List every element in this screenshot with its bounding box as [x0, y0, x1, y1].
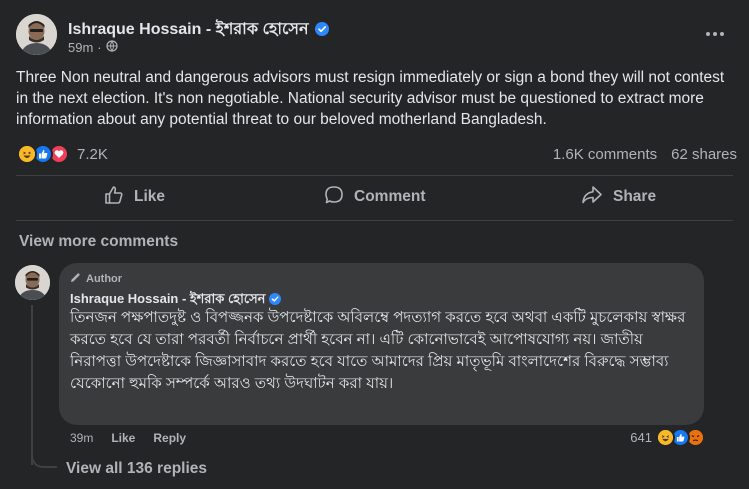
like-button[interactable]: Like: [104, 184, 165, 210]
post-author-name[interactable]: Ishraque Hossain - ইশরাক হোসেন: [68, 16, 329, 43]
author-badge-label: Author: [86, 273, 123, 285]
haha-reaction-icon: [17, 144, 37, 164]
more-options-icon[interactable]: [703, 22, 727, 46]
post-text: Three Non neutral and dangerous advisors…: [16, 69, 725, 128]
thread-connector: [31, 448, 57, 468]
like-icon: [104, 185, 124, 210]
author-avatar[interactable]: [16, 14, 57, 55]
share-button[interactable]: Share: [581, 184, 656, 210]
divider: [16, 220, 733, 221]
comment-author-text[interactable]: Ishraque Hossain - ইশরাক হোসেন: [70, 291, 265, 306]
post-time[interactable]: 59m: [68, 40, 93, 55]
comment-reaction-summary[interactable]: 641: [630, 428, 705, 447]
comment-text: তিনজন পক্ষপাতদুষ্ট ও বিপজ্জনক উপদেষ্টাকে…: [70, 309, 686, 392]
reaction-count[interactable]: 7.2K: [77, 146, 108, 163]
comment-icon: [324, 185, 344, 210]
verified-badge-icon: [269, 293, 282, 308]
reaction-summary[interactable]: 7.2K: [17, 144, 108, 164]
post-stats: 1.6K comments 62 shares: [553, 146, 737, 163]
like-label: Like: [134, 188, 166, 205]
author-badge: Author: [70, 272, 122, 286]
separator: ·: [97, 40, 102, 55]
comment-actions: 39m Like Reply: [70, 431, 186, 445]
shares-count[interactable]: 62 shares: [671, 146, 737, 163]
comments-count[interactable]: 1.6K comments: [553, 146, 657, 163]
comment-reply-button[interactable]: Reply: [153, 431, 186, 445]
haha-reaction-icon: [656, 428, 675, 447]
verified-badge-icon: [314, 22, 329, 41]
commenter-avatar[interactable]: [15, 265, 50, 300]
divider: [16, 175, 733, 176]
comment-button[interactable]: Comment: [324, 184, 425, 210]
view-more-comments-link[interactable]: View more comments: [19, 233, 178, 251]
post-meta: 59m ·: [68, 40, 118, 55]
comment-label: Comment: [354, 188, 426, 205]
share-label: Share: [613, 188, 657, 205]
thread-line: [31, 305, 33, 465]
globe-icon[interactable]: [106, 40, 118, 55]
view-all-replies-link[interactable]: View all 136 replies: [66, 460, 207, 478]
pencil-icon: [70, 272, 81, 286]
comment-time[interactable]: 39m: [70, 431, 93, 445]
author-name-text[interactable]: Ishraque Hossain - ইশরাক হোসেন: [68, 21, 309, 38]
comment-reaction-count: 641: [630, 430, 652, 445]
share-icon: [581, 185, 603, 210]
comment-like-button[interactable]: Like: [111, 431, 135, 445]
facebook-post: Ishraque Hossain - ইশরাক হোসেন 59m · Thr…: [0, 0, 749, 489]
